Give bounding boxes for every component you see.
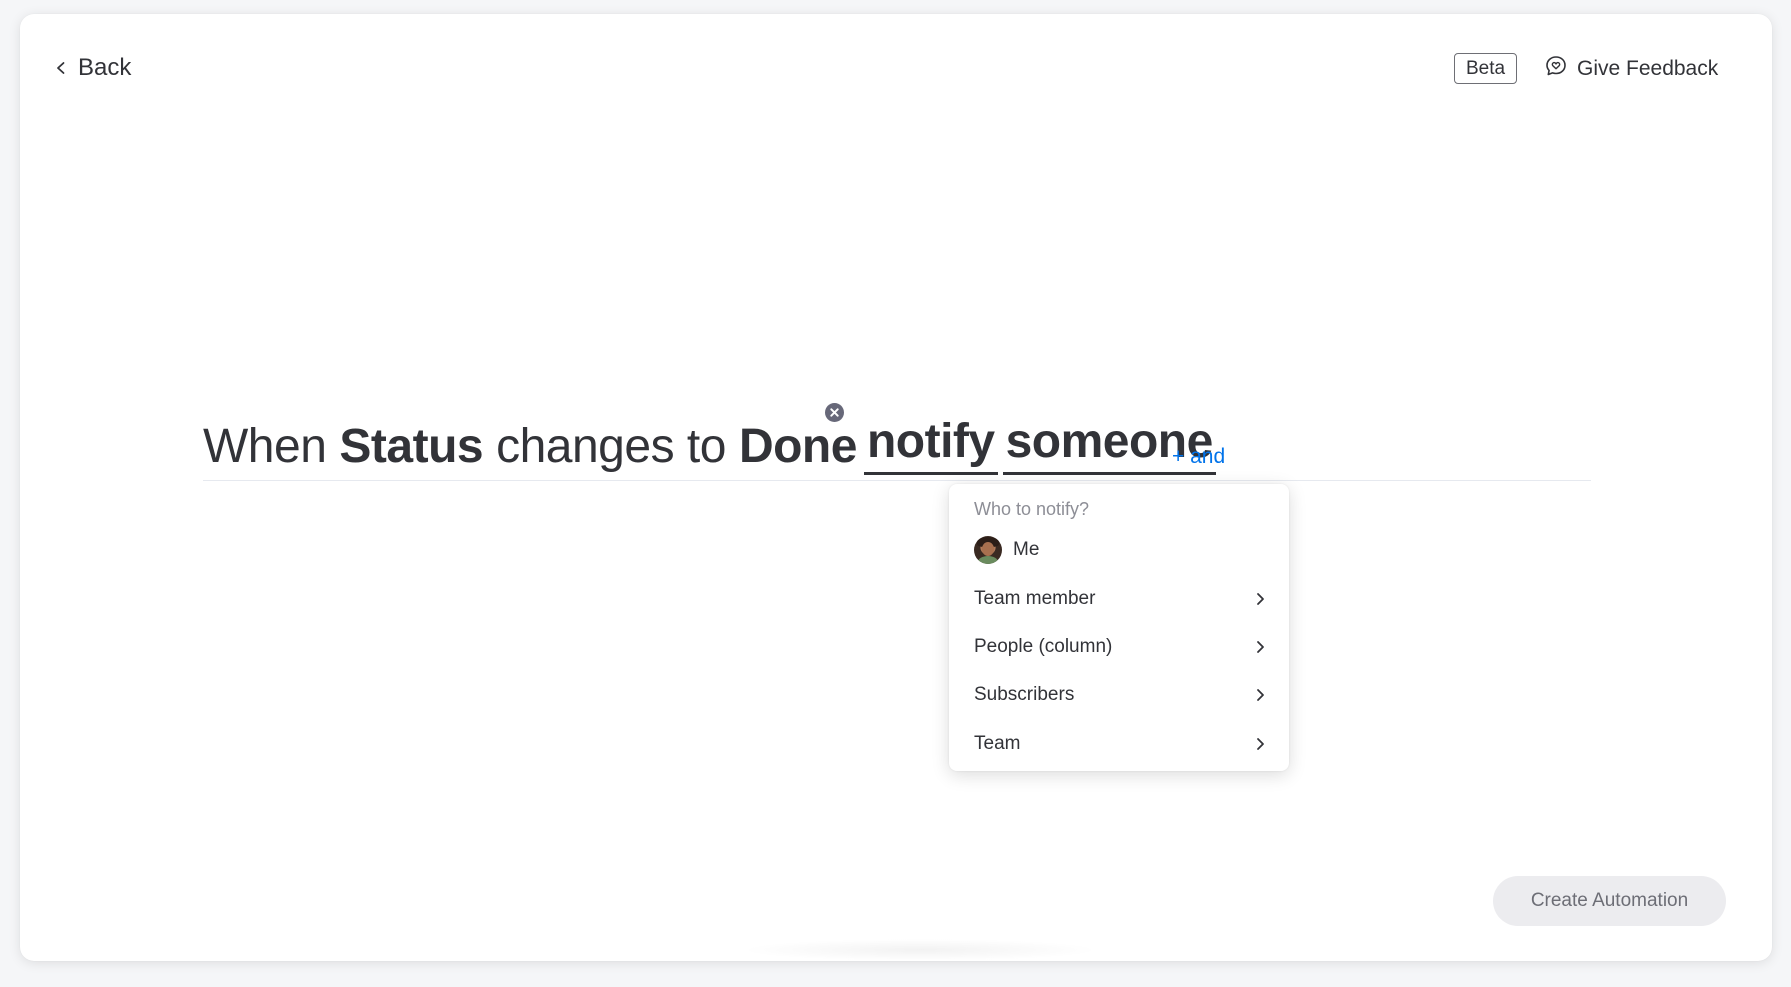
sentence-divider (203, 480, 1591, 481)
dropdown-item-me-label: Me (1013, 539, 1040, 560)
dropdown-item-label: Team member (974, 588, 1096, 609)
dropdown-item-subscribers[interactable]: Subscribers (949, 674, 1289, 716)
chevron-right-icon (1255, 737, 1265, 751)
close-circle-icon[interactable] (825, 403, 844, 422)
dropdown-item-label: Subscribers (974, 684, 1075, 705)
sentence-when: When (203, 420, 327, 473)
dropdown-item-team[interactable]: Team (949, 723, 1289, 765)
back-label: Back (78, 54, 132, 81)
bottom-shadow-decoration (740, 939, 1100, 961)
add-condition-link[interactable]: + and (1172, 445, 1225, 469)
create-automation-button[interactable]: Create Automation (1493, 876, 1726, 926)
automation-builder-card: Back Beta Give Feedback When Status chan… (20, 14, 1772, 961)
automation-sentence: When Status changes to Done notify someo… (203, 414, 1216, 475)
dropdown-item-team-member[interactable]: Team member (949, 578, 1289, 620)
status-field-token[interactable]: Status (339, 419, 483, 475)
dropdown-item-me[interactable]: Me (949, 529, 1289, 571)
dropdown-header: Who to notify? (974, 499, 1090, 519)
chat-heart-icon (1544, 54, 1568, 84)
dropdown-item-label: Team (974, 733, 1021, 754)
status-value-token[interactable]: Done (739, 419, 858, 475)
back-button[interactable]: Back (54, 54, 131, 82)
dropdown-item-label: People (column) (974, 636, 1113, 657)
give-feedback-button[interactable]: Give Feedback (1544, 54, 1718, 84)
give-feedback-label: Give Feedback (1577, 57, 1719, 80)
action-token-notify[interactable]: notify (863, 414, 998, 475)
avatar (974, 536, 1002, 564)
chevron-right-icon (1255, 640, 1265, 654)
chevron-left-icon (54, 54, 68, 82)
dropdown-item-people-column[interactable]: People (column) (949, 626, 1289, 668)
who-to-notify-dropdown: Who to notify? Me Team member People (co… (949, 484, 1289, 771)
chevron-right-icon (1255, 688, 1265, 702)
chevron-right-icon (1255, 592, 1265, 606)
sentence-changes-to: changes to (496, 420, 726, 473)
beta-badge: Beta (1454, 53, 1518, 84)
